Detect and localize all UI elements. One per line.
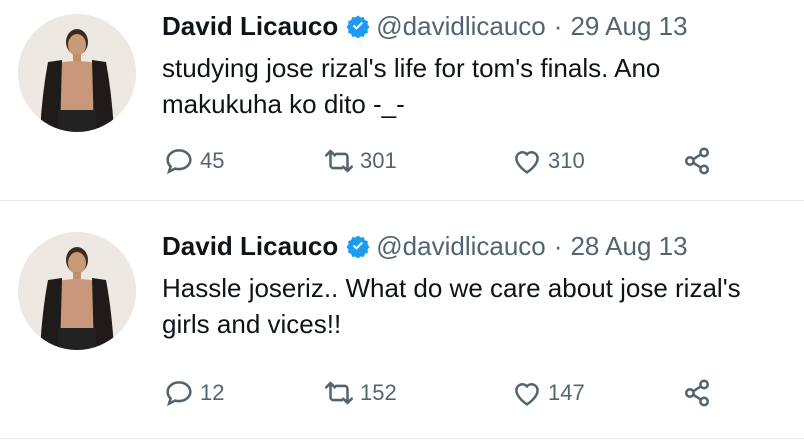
avatar-photo xyxy=(18,14,136,132)
like-icon xyxy=(515,151,539,174)
reply-button[interactable]: 12 xyxy=(162,376,224,410)
like-button[interactable]: 147 xyxy=(510,376,585,410)
verified-badge-icon xyxy=(346,14,370,38)
tweet-feed: David Licauco @davidlicauco · 29 Aug 13 … xyxy=(0,0,804,446)
author-handle[interactable]: @davidlicauco xyxy=(376,11,545,42)
retweet-icon xyxy=(324,381,354,405)
avatar[interactable] xyxy=(18,14,136,132)
tweet-actions: 45 301 310 xyxy=(162,144,722,184)
retweet-button[interactable]: 152 xyxy=(322,376,397,410)
reply-icon xyxy=(166,381,192,407)
author-name[interactable]: David Licauco xyxy=(162,11,338,42)
retweet-button[interactable]: 301 xyxy=(322,144,397,178)
reply-icon xyxy=(166,149,192,175)
separator-dot: · xyxy=(553,10,563,41)
retweet-icon xyxy=(324,149,354,173)
reply-button[interactable]: 45 xyxy=(162,144,224,178)
share-icon xyxy=(684,379,710,407)
like-count: 147 xyxy=(548,380,585,405)
reply-count: 12 xyxy=(200,380,225,405)
retweet-count: 152 xyxy=(360,380,397,405)
share-icon xyxy=(684,147,710,175)
reply-count: 45 xyxy=(200,148,225,173)
tweet[interactable]: David Licauco @davidlicauco · 28 Aug 13 … xyxy=(0,210,804,439)
verified-badge-icon xyxy=(346,234,370,258)
retweet-count: 301 xyxy=(360,148,397,173)
tweet-header: David Licauco @davidlicauco · 28 Aug 13 xyxy=(162,226,782,266)
share-button[interactable] xyxy=(680,376,714,410)
tweet-body: David Licauco @davidlicauco · 28 Aug 13 … xyxy=(162,226,782,407)
author-name[interactable]: David Licauco xyxy=(162,231,338,262)
avatar[interactable] xyxy=(18,232,136,350)
avatar-photo xyxy=(18,232,136,350)
author-handle[interactable]: @davidlicauco xyxy=(376,231,545,262)
tweet-body: David Licauco @davidlicauco · 29 Aug 13 … xyxy=(162,6,782,175)
tweet-text: Hassle joseriz.. What do we care about j… xyxy=(162,273,741,339)
like-count: 310 xyxy=(548,148,585,173)
tweet-actions: 12 152 147 xyxy=(162,376,722,416)
tweet-header: David Licauco @davidlicauco · 29 Aug 13 xyxy=(162,6,782,46)
like-button[interactable]: 310 xyxy=(510,144,585,178)
tweet-date[interactable]: 28 Aug 13 xyxy=(570,231,687,262)
tweet-date[interactable]: 29 Aug 13 xyxy=(570,11,687,42)
tweet[interactable]: David Licauco @davidlicauco · 29 Aug 13 … xyxy=(0,0,804,201)
tweet-text: studying jose rizal's life for tom's fin… xyxy=(162,53,661,119)
separator-dot: · xyxy=(553,230,563,261)
like-icon xyxy=(515,383,539,406)
share-button[interactable] xyxy=(680,144,714,178)
